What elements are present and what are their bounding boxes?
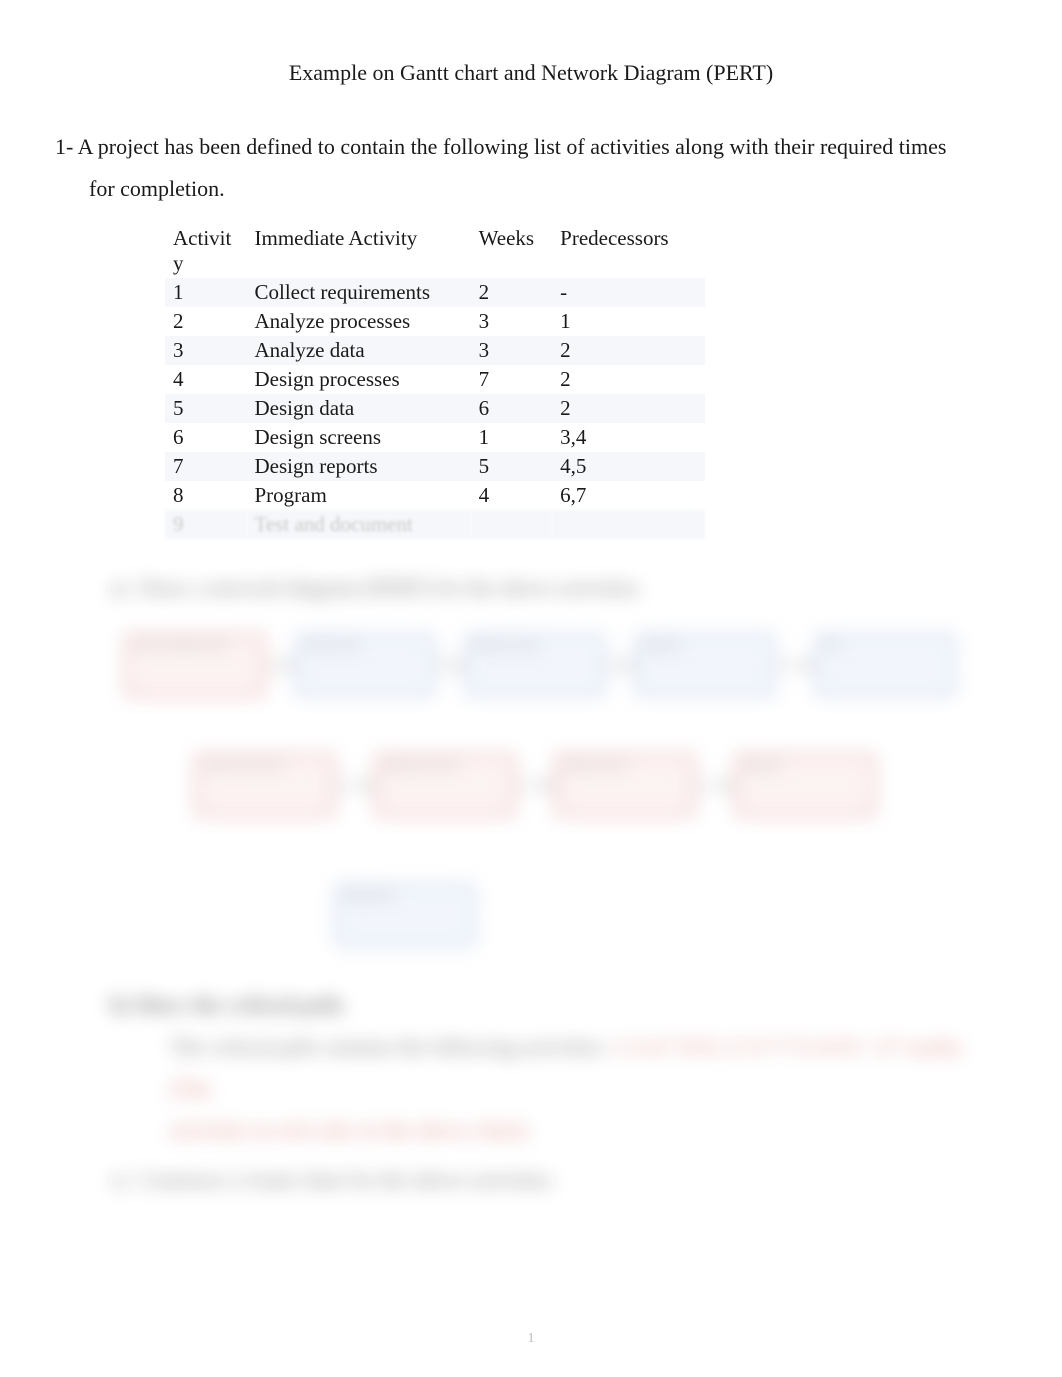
col-pred: Predecessors	[552, 222, 705, 278]
arrow-icon	[515, 784, 555, 786]
node-6: Design screens	[465, 634, 605, 696]
sub-b-label: b)	[110, 992, 130, 1017]
cell-n: 1	[165, 278, 247, 307]
node-9: Test	[815, 634, 955, 696]
cell-p: 2	[552, 394, 705, 423]
cell-n: 3	[165, 336, 247, 365]
cell-p: 4,5	[552, 452, 705, 481]
sub-item-a: a) Draw a network diagram (PERT) for the…	[110, 569, 1007, 606]
page-number: 1	[0, 1331, 1062, 1347]
arrow-icon	[435, 664, 465, 666]
sub-b-line2: activities in red color in the above cha…	[110, 1109, 1007, 1151]
sub-a-label: a)	[110, 569, 134, 606]
question-line1: A project has been defined to contain th…	[78, 134, 947, 159]
sub-b-line1a: The critical path contains the following…	[170, 1034, 613, 1059]
table-header-row: Activit y Immediate Activity Weeks Prede…	[165, 222, 705, 278]
arrow-icon	[265, 664, 295, 666]
table-row: 8 Program 4 6,7	[165, 481, 705, 510]
table-row: 5 Design data 6 2	[165, 394, 705, 423]
cell-w: 4	[471, 481, 553, 510]
cell-n: 5	[165, 394, 247, 423]
cell-p: 1	[552, 307, 705, 336]
node-8: Program	[635, 634, 775, 696]
cell-w	[471, 510, 553, 539]
node-3: Analyze data	[295, 634, 435, 696]
blurred-content: a) Draw a network diagram (PERT) for the…	[55, 569, 1007, 1199]
question-number: 1-	[55, 134, 73, 159]
cell-p	[552, 510, 705, 539]
cell-w: 7	[471, 365, 553, 394]
table-row: 9 Test and document	[165, 510, 705, 539]
cell-w: 5	[471, 452, 553, 481]
cell-w: 1	[471, 423, 553, 452]
cell-n: 9	[165, 510, 247, 539]
sub-item-c: c) Construct a Gantt chart for the above…	[110, 1161, 1007, 1198]
cell-act: Analyze data	[247, 336, 471, 365]
cell-w: 2	[471, 278, 553, 307]
cell-act: Design reports	[247, 452, 471, 481]
cell-n: 7	[165, 452, 247, 481]
node-8b: Program	[735, 754, 875, 816]
table-row: 7 Design reports 5 4,5	[165, 452, 705, 481]
col-activity: Activit y	[165, 222, 247, 278]
arrow-icon	[775, 664, 815, 666]
node-2: Analyze processes	[195, 754, 335, 816]
pert-diagram: Collect Requirements Analyze data Design…	[115, 624, 947, 964]
activities-table-wrap: Activit y Immediate Activity Weeks Prede…	[165, 222, 705, 539]
cell-n: 4	[165, 365, 247, 394]
table-row: 4 Design processes 7 2	[165, 365, 705, 394]
cell-act: Design screens	[247, 423, 471, 452]
activities-table: Activit y Immediate Activity Weeks Prede…	[165, 222, 705, 539]
cell-n: 8	[165, 481, 247, 510]
cell-act: Program	[247, 481, 471, 510]
sub-a-text: Draw a network diagram (PERT) for the ab…	[140, 575, 644, 600]
question-1: 1- A project has been defined to contain…	[55, 126, 1007, 210]
cell-w: 6	[471, 394, 553, 423]
cell-n: 6	[165, 423, 247, 452]
cell-act: Test and document	[247, 510, 471, 539]
col-weeks: Weeks	[471, 222, 553, 278]
cell-p: 2	[552, 365, 705, 394]
arrow-icon	[335, 784, 375, 786]
cell-p: 6,7	[552, 481, 705, 510]
cell-p: 2	[552, 336, 705, 365]
node-1: Collect Requirements	[125, 634, 265, 696]
cell-w: 3	[471, 336, 553, 365]
table-row: 6 Design screens 1 3,4	[165, 423, 705, 452]
cell-p: -	[552, 278, 705, 307]
page-title: Example on Gantt chart and Network Diagr…	[55, 60, 1007, 86]
sub-b-heading: Show the critical path.	[135, 992, 346, 1017]
arrow-icon	[605, 664, 635, 666]
table-row: 3 Analyze data 3 2	[165, 336, 705, 365]
cell-n: 2	[165, 307, 247, 336]
arrow-icon	[695, 784, 735, 786]
table-row: 1 Collect requirements 2 -	[165, 278, 705, 307]
sub-c-label: c)	[110, 1161, 134, 1198]
node-7: Design reports	[555, 754, 695, 816]
sub-c-text: Construct a Gantt chart for the above ac…	[140, 1167, 557, 1192]
cell-act: Design processes	[247, 365, 471, 394]
cell-act: Analyze processes	[247, 307, 471, 336]
cell-p: 3,4	[552, 423, 705, 452]
node-4: Design processes	[375, 754, 515, 816]
question-line2: for completion.	[55, 168, 1007, 210]
cell-w: 3	[471, 307, 553, 336]
col-immediate: Immediate Activity	[247, 222, 471, 278]
cell-act: Design data	[247, 394, 471, 423]
node-5: Design data	[335, 884, 475, 946]
sub-item-b: b) Show the critical path. The critical …	[110, 984, 1007, 1151]
table-row: 2 Analyze processes 3 1	[165, 307, 705, 336]
cell-act: Collect requirements	[247, 278, 471, 307]
